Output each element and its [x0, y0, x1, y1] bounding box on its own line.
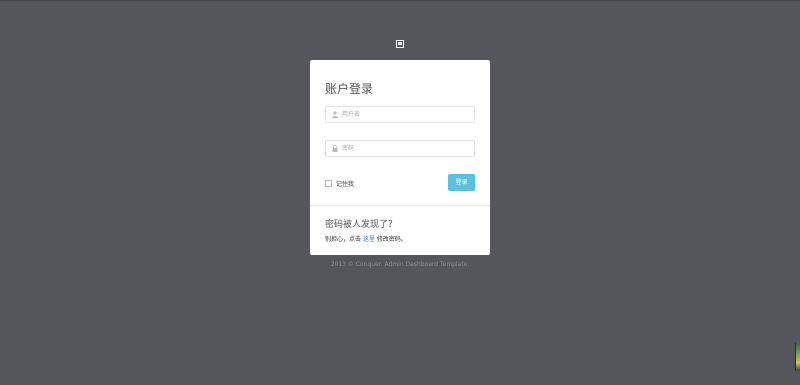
user-icon — [332, 111, 338, 118]
login-page: 账户登录 记住我 登录 密码被人发现了？ 别担心，点击 这里 修改密码。 201… — [0, 0, 800, 385]
login-card: 账户登录 记住我 登录 密码被人发现了？ 别担心，点击 这里 修改密码。 — [310, 60, 490, 255]
divider — [310, 205, 490, 206]
forgot-text-prefix: 别担心，点击 — [325, 236, 362, 243]
login-button[interactable]: 登录 — [448, 174, 475, 191]
forgot-password-link[interactable]: 这里 — [363, 236, 375, 243]
corner-widget[interactable] — [795, 343, 800, 371]
forgot-password-title: 密码被人发现了？ — [325, 220, 398, 230]
lock-icon — [332, 145, 338, 152]
username-input[interactable] — [342, 107, 472, 122]
forgot-password-text: 别担心，点击 这里 修改密码。 — [325, 234, 407, 243]
remember-label: 记住我 — [336, 180, 355, 188]
remember-checkbox[interactable] — [325, 179, 332, 187]
remember-me[interactable]: 记住我 — [325, 178, 354, 188]
copyright: 2013 © Conquer. Admin Dashboard Template… — [330, 261, 470, 268]
logo-icon — [396, 40, 404, 48]
forgot-text-suffix: 修改密码。 — [376, 236, 407, 243]
password-input[interactable] — [342, 141, 472, 156]
login-title: 账户登录 — [325, 82, 374, 96]
username-field[interactable] — [325, 106, 475, 123]
password-field[interactable] — [325, 140, 475, 157]
